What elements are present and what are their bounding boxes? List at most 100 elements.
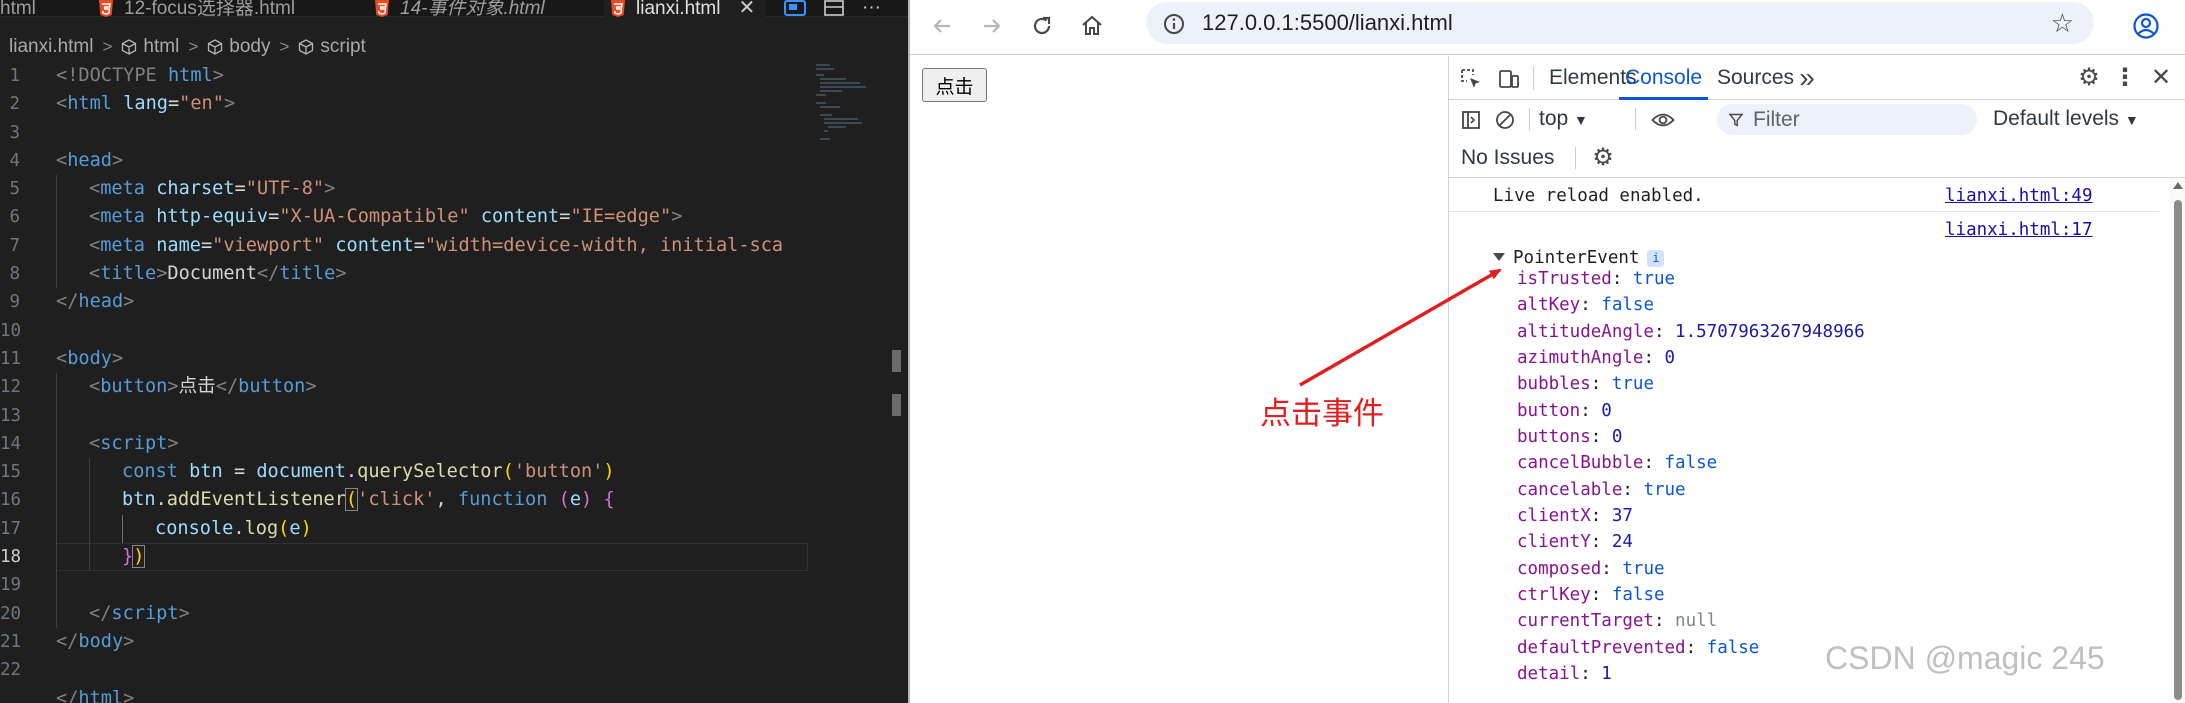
- live-preview-icon[interactable]: [784, 0, 806, 17]
- clear-console-icon[interactable]: [1487, 100, 1523, 138]
- click-button[interactable]: 点击: [922, 68, 987, 102]
- account-icon: [2133, 13, 2159, 39]
- punct-token: <: [56, 93, 68, 115]
- live-expression-eye-icon[interactable]: [1645, 100, 1681, 138]
- forward-button[interactable]: [972, 6, 1012, 46]
- function-token: addEventListener: [166, 489, 346, 511]
- home-icon: [1082, 15, 1102, 35]
- site-info-icon[interactable]: [1162, 12, 1186, 36]
- code-area[interactable]: <!DOCTYPE html> <html lang="en"> <head> …: [56, 62, 808, 703]
- filter-funnel-icon: [1728, 104, 1744, 135]
- tab-console[interactable]: Console: [1619, 56, 1709, 100]
- keyword-token: const: [122, 461, 190, 483]
- profile-button[interactable]: [2126, 6, 2166, 46]
- property-row[interactable]: cancelBubble: false: [1517, 450, 1865, 476]
- log-levels-dropdown[interactable]: Default levels ▼: [1993, 100, 2139, 138]
- editor-tab-html[interactable]: html: [0, 0, 82, 17]
- scrollbar-thumb[interactable]: [2174, 200, 2182, 700]
- issues-count[interactable]: No Issues: [1461, 138, 1554, 178]
- property-row[interactable]: currentTarget: null: [1517, 608, 1865, 634]
- console-settings-gear-icon[interactable]: ⚙: [1585, 138, 1621, 178]
- browser-toolbar: 127.0.0.1:5500/lianxi.html ☆: [910, 0, 2185, 55]
- editor-tab-event-object[interactable]: 14-事件对象.html: [374, 0, 588, 17]
- punct-token: </: [256, 263, 280, 285]
- code-line: <meta charset="UTF-8">: [56, 175, 808, 204]
- breadcrumb-html[interactable]: > html: [93, 36, 179, 58]
- code-line: <html lang="en">: [56, 90, 808, 118]
- line-number: 15: [0, 462, 22, 483]
- text-token: Document: [167, 263, 257, 285]
- property-row[interactable]: buttons: 0: [1517, 424, 1865, 450]
- property-row[interactable]: button: 0: [1517, 398, 1865, 424]
- punct-token: >: [156, 263, 168, 285]
- property-row[interactable]: cancelable: true: [1517, 477, 1865, 503]
- property-row[interactable]: defaultPrevented: false: [1517, 635, 1865, 661]
- property-row[interactable]: azimuthAngle: 0: [1517, 345, 1865, 371]
- back-button[interactable]: [922, 6, 962, 46]
- html5-file-icon: [374, 0, 390, 17]
- line-number-gutter: 1 2 3 4 5 6 7 8 9 10 11 12 13 14 15 16 17 18 19 20 21 22: [0, 62, 34, 685]
- breadcrumb-script[interactable]: > script: [270, 36, 365, 58]
- operator-token: =: [222, 461, 257, 483]
- editor-scrollbar[interactable]: [890, 350, 904, 680]
- sidebar-toggle-icon[interactable]: [1453, 100, 1489, 138]
- close-devtools-icon[interactable]: ✕: [2143, 56, 2179, 100]
- context-label: top: [1539, 107, 1569, 130]
- expand-triangle-icon[interactable]: [1493, 253, 1505, 261]
- variable-token: btn: [189, 461, 223, 483]
- url-text[interactable]: 127.0.0.1:5500/lianxi.html: [1202, 2, 1453, 44]
- property-row[interactable]: clientY: 24: [1517, 529, 1865, 555]
- breadcrumb-file[interactable]: lianxi.html: [0, 36, 93, 58]
- bracket-token: ): [581, 489, 604, 511]
- property-row[interactable]: composed: true: [1517, 556, 1865, 582]
- tag-token: body: [67, 347, 112, 369]
- property-row[interactable]: ctrlKey: false: [1517, 582, 1865, 608]
- settings-gear-icon[interactable]: ⚙: [2071, 56, 2107, 100]
- punct-token: <: [89, 206, 101, 228]
- property-row[interactable]: altitudeAngle: 1.5707963267948966: [1517, 319, 1865, 345]
- more-options-icon[interactable]: ⋮: [2107, 56, 2143, 100]
- home-button[interactable]: [1072, 6, 1112, 46]
- inspect-element-icon[interactable]: [1453, 56, 1489, 100]
- source-link[interactable]: lianxi.html:17: [1945, 220, 2093, 240]
- editor-tab-lianxi[interactable]: lianxi.html ✕: [604, 0, 766, 17]
- filter-input[interactable]: Filter: [1717, 104, 1977, 135]
- bracket-token: ): [603, 461, 615, 483]
- device-toolbar-icon[interactable]: [1491, 56, 1527, 100]
- close-tab-icon[interactable]: ✕: [738, 0, 755, 17]
- scroll-up-arrow-icon[interactable]: [2173, 182, 2183, 189]
- breadcrumb-body[interactable]: > body: [179, 36, 270, 58]
- punct-token: =: [167, 93, 180, 115]
- more-actions-icon[interactable]: ···: [862, 0, 881, 17]
- punct-token: >: [123, 630, 135, 652]
- bookmark-star-icon[interactable]: ☆: [2051, 2, 2074, 44]
- source-link[interactable]: lianxi.html:49: [1945, 186, 2093, 206]
- pointer-event-object[interactable]: PointerEvent i: [1493, 248, 1665, 268]
- editor-tab-focus-selector[interactable]: 12-focus选择器.html: [98, 0, 350, 17]
- property-row[interactable]: bubbles: true: [1517, 371, 1865, 397]
- split-editor-icon[interactable]: [824, 0, 844, 17]
- property-row[interactable]: clientX: 37: [1517, 503, 1865, 529]
- property-key: button: [1517, 400, 1581, 421]
- property-row[interactable]: detail: 1: [1517, 661, 1865, 687]
- bracket-token: ): [300, 517, 312, 539]
- console-message: Live reload enabled. lianxi.html:49: [1449, 178, 2159, 212]
- property-key: clientX: [1517, 506, 1591, 527]
- reload-button[interactable]: [1022, 6, 1062, 46]
- info-icon[interactable]: i: [1647, 250, 1665, 267]
- tab-sources[interactable]: Sources: [1711, 56, 1800, 100]
- minimap[interactable]: [812, 60, 892, 703]
- breadcrumb: lianxi.html > html > body > script: [0, 34, 366, 60]
- more-tabs-icon[interactable]: »: [1789, 56, 1825, 100]
- string-token: "IE=edge": [570, 206, 672, 228]
- context-selector[interactable]: top ▼: [1539, 100, 1588, 138]
- punct-token: =: [413, 234, 425, 256]
- attr-token: content: [480, 206, 560, 228]
- property-row[interactable]: altKey: false: [1517, 292, 1865, 318]
- code-editor[interactable]: html 12-focus选择器.html 14-事件对象.html lianx…: [0, 0, 908, 703]
- property-key: detail: [1517, 664, 1581, 685]
- console-scrollbar[interactable]: [2169, 178, 2185, 703]
- property-row[interactable]: isTrusted: true: [1517, 266, 1865, 292]
- address-bar[interactable]: 127.0.0.1:5500/lianxi.html ☆: [1146, 2, 2094, 44]
